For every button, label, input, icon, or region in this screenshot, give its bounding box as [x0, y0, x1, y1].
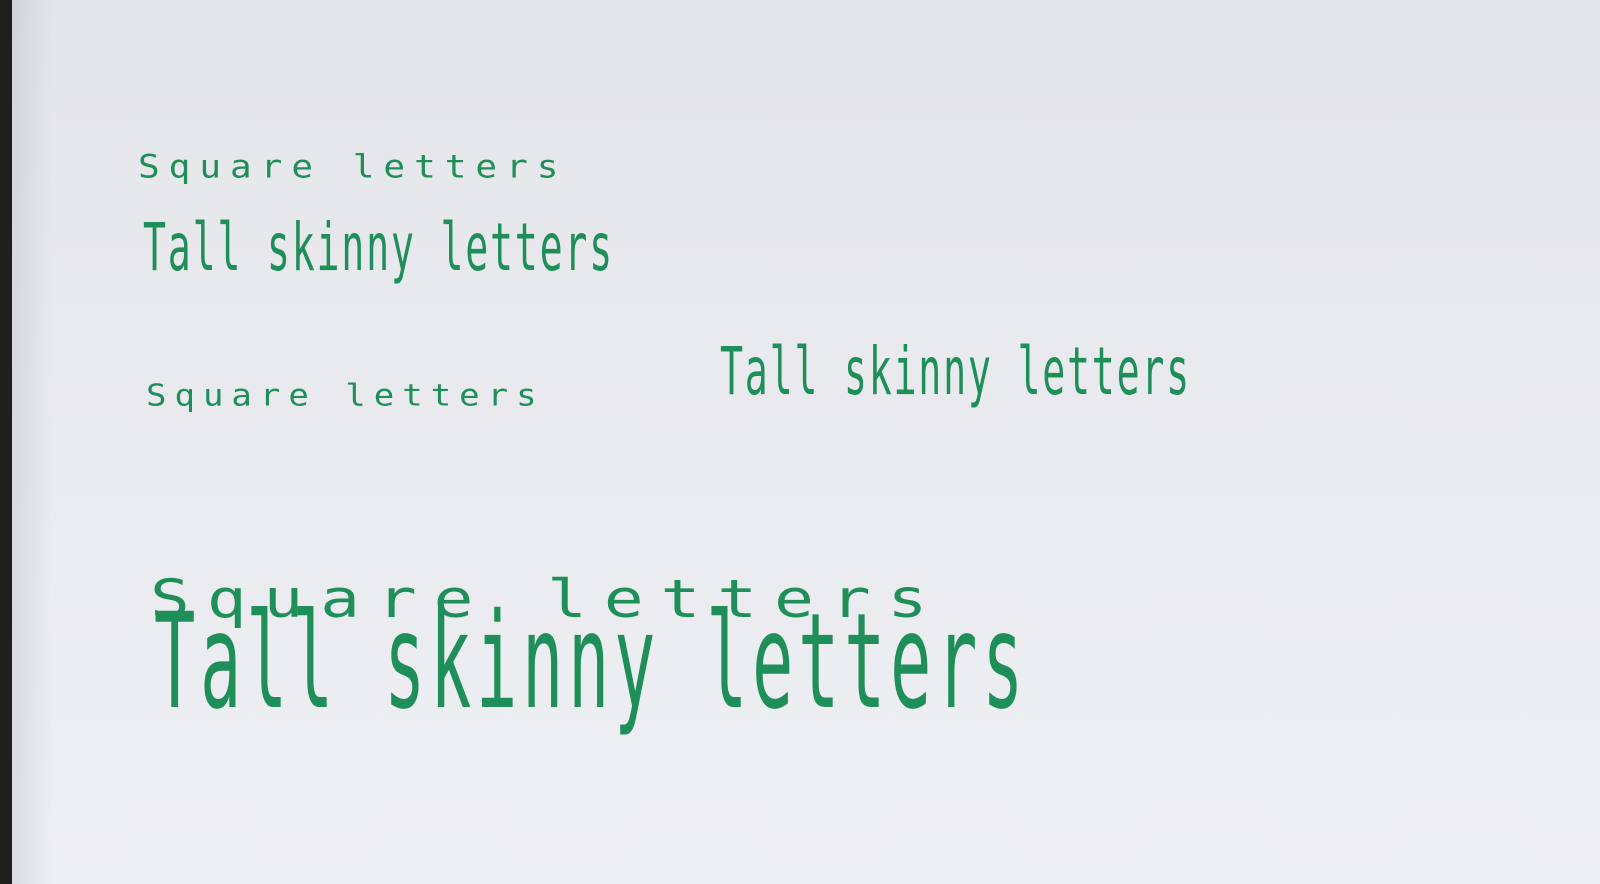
paper-sheet: Square letters Tall skinny letters Squar… — [12, 0, 1600, 884]
overlapped-tall-skinny-letters-text: Tall skinny letters — [154, 585, 1029, 739]
paper-edge-shadow — [12, 0, 52, 884]
combined-square-letters-text: Square letters — [146, 377, 545, 414]
combined-tall-skinny-letters-text: Tall skinny letters — [720, 333, 1191, 410]
tall-skinny-letters-line: Tall skinny letters — [143, 209, 614, 286]
square-letters-line: Square letters — [138, 148, 568, 186]
